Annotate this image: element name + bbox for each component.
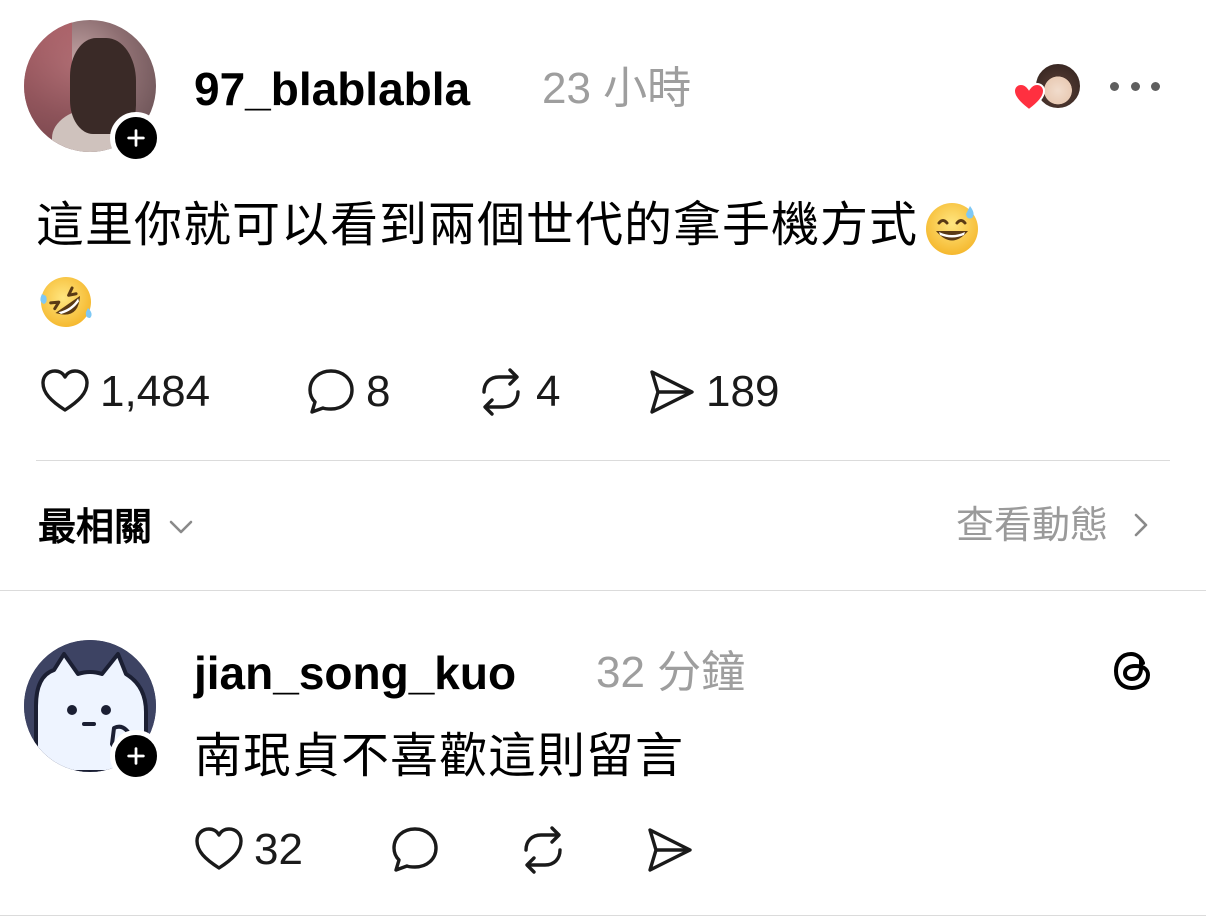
speech-bubble-icon	[392, 827, 438, 872]
follow-plus-button[interactable]	[110, 112, 162, 164]
comment-body: 南珉貞不喜歡這則留言	[194, 728, 685, 784]
rolling-on-floor-laughing-emoji-icon	[40, 277, 92, 327]
bottom-divider	[0, 915, 1206, 916]
post-divider	[36, 460, 1170, 461]
comment-follow-plus-button[interactable]	[110, 730, 162, 782]
post-share-button[interactable]: 189	[644, 364, 779, 420]
comment-like-button[interactable]: 32	[192, 822, 303, 878]
comment-like-count: 32	[254, 825, 303, 874]
plus-icon	[127, 129, 145, 147]
comment-username[interactable]: jian_song_kuo	[194, 650, 516, 696]
sort-dropdown-label: 最相關	[38, 505, 153, 549]
section-divider	[0, 590, 1206, 591]
threads-logo-icon[interactable]	[1108, 646, 1158, 696]
comment-timestamp: 32 分鐘	[596, 648, 746, 697]
post-username[interactable]: 97_blablabla	[194, 66, 470, 112]
post-reply-button[interactable]: 8	[304, 364, 390, 420]
sweat-smile-emoji-icon	[926, 203, 979, 255]
more-dot	[1151, 81, 1160, 91]
view-activity-link[interactable]: 查看動態	[956, 504, 1156, 546]
comment-reply-button[interactable]	[388, 822, 450, 878]
post-share-count: 189	[706, 367, 780, 416]
more-dot	[1110, 81, 1119, 91]
post-text: 這里你就可以看到兩個世代的拿手機方式	[36, 197, 919, 253]
post-repost-button[interactable]: 4	[474, 364, 560, 420]
chevron-right-icon	[1134, 513, 1148, 537]
comment-share-button[interactable]	[642, 822, 704, 878]
post-body: 這里你就可以看到兩個世代的拿手機方式	[36, 188, 1166, 336]
comment-repost-button[interactable]	[516, 822, 578, 878]
post-reply-count: 8	[366, 367, 391, 416]
heart-outline-icon	[195, 827, 243, 870]
speech-bubble-icon	[308, 369, 354, 414]
heart-filled-icon	[1012, 82, 1046, 112]
heart-outline-icon	[41, 369, 89, 412]
repost-icon	[482, 368, 520, 416]
more-dot	[1130, 81, 1140, 91]
view-activity-label: 查看動態	[955, 503, 1108, 547]
repost-icon	[524, 826, 562, 874]
post-like-button[interactable]: 1,484	[38, 364, 210, 420]
post-like-count: 1,484	[100, 367, 211, 416]
send-icon	[650, 370, 694, 414]
plus-icon	[127, 747, 145, 765]
post-repost-count: 4	[536, 367, 561, 416]
chevron-down-icon	[169, 520, 193, 534]
sort-dropdown[interactable]: 最相關	[38, 506, 196, 548]
send-icon	[648, 828, 692, 872]
post-timestamp: 23 小時	[542, 64, 692, 113]
liked-by-indicator[interactable]	[1012, 62, 1084, 112]
more-options-icon[interactable]	[1110, 76, 1160, 96]
